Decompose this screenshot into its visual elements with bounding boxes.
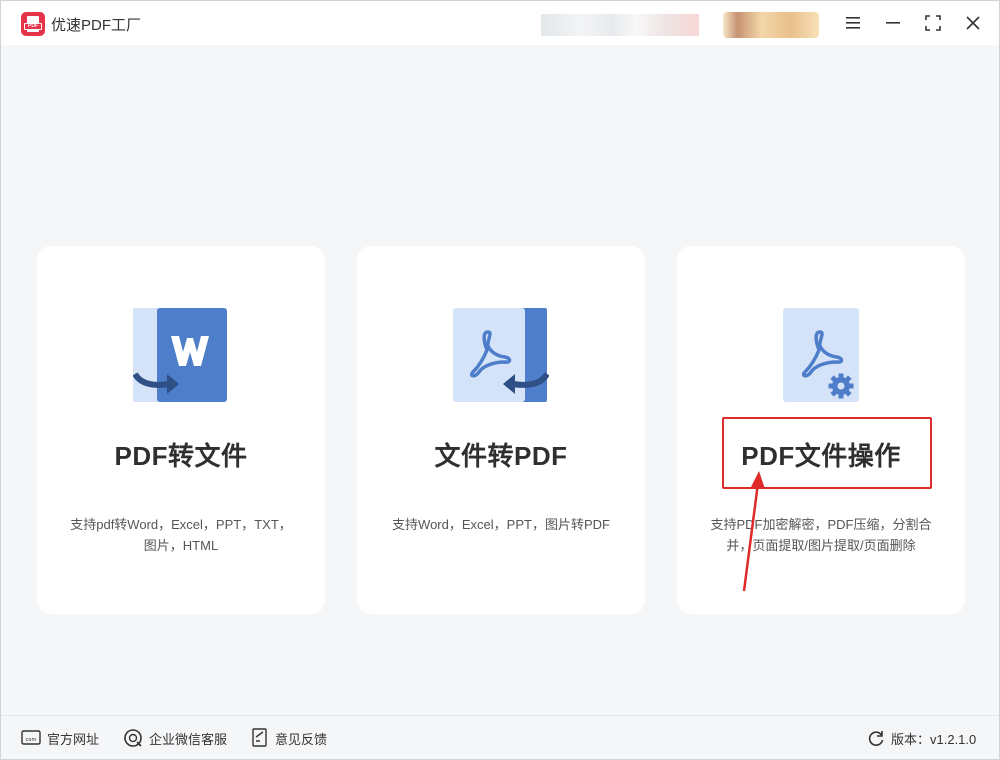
card-description-line: 支持pdf转Word，Excel，PPT，TXT， [70,517,292,532]
close-icon [966,16,980,30]
menu-button[interactable] [839,9,867,37]
version-check[interactable]: 版本：v1.2.1.0 [867,728,976,748]
card-description: 支持PDF加密解密，PDF压缩，分割合 并，页面提取/图片提取/页面删除 [697,514,945,556]
card-description-line: 并，页面提取/图片提取/页面删除 [726,538,916,553]
wechat-support-label: 企业微信客服 [149,731,228,747]
card-title: 文件转PDF [434,441,568,471]
feedback-link[interactable]: 意见反馈 [251,728,327,748]
highlight-box [722,417,932,489]
title-bar: PDF 优速PDF工厂 [1,1,999,45]
blurred-account-info[interactable] [541,14,699,36]
maximize-button[interactable] [919,9,947,37]
card-description-line: 支持Word，Excel，PPT，图片转PDF [392,517,610,532]
wechat-icon [124,729,142,747]
card-description-line: 支持PDF加密解密，PDF压缩，分割合 [710,517,932,532]
app-window: PDF 优速PDF工厂 PDF转文件 支持pdf转Word，Excel，PPT，… [0,0,1000,760]
card-description-line: 图片，HTML [143,538,219,553]
version-label: 版本：v1.2.1.0 [891,731,977,747]
card-description: 支持pdf转Word，Excel，PPT，TXT， 图片，HTML [57,514,305,556]
feedback-icon [252,728,267,747]
wechat-support-link[interactable]: 企业微信客服 [123,728,227,748]
minimize-icon [886,22,900,24]
close-button[interactable] [959,9,987,37]
maximize-icon [925,15,941,31]
pdf-settings-icon [783,308,859,402]
app-logo-icon: PDF [21,12,45,36]
minimize-button[interactable] [879,9,907,37]
card-title: PDF转文件 [114,441,248,471]
card-file-to-pdf[interactable]: 文件转PDF 支持Word，Excel，PPT，图片转PDF [357,246,645,614]
footer-bar: com 官方网址 企业微信客服 意见反馈 版本：v1.2.1.0 [1,715,999,759]
menu-icon [846,17,860,29]
blurred-vip-badge[interactable] [723,12,819,38]
feedback-label: 意见反馈 [275,731,328,747]
word-document-icon [133,308,227,402]
official-website-label: 官方网址 [47,731,100,747]
card-pdf-to-file[interactable]: PDF转文件 支持pdf转Word，Excel，PPT，TXT， 图片，HTML [37,246,325,614]
app-logo-text: PDF [24,23,42,30]
card-description: 支持Word，Excel，PPT，图片转PDF [377,514,625,535]
svg-text:com: com [26,737,37,743]
pdf-document-icon [453,308,549,402]
app-title: 优速PDF工厂 [51,17,142,34]
website-icon: com [21,730,41,745]
refresh-icon [868,731,884,746]
official-website-link[interactable]: com 官方网址 [21,728,99,748]
